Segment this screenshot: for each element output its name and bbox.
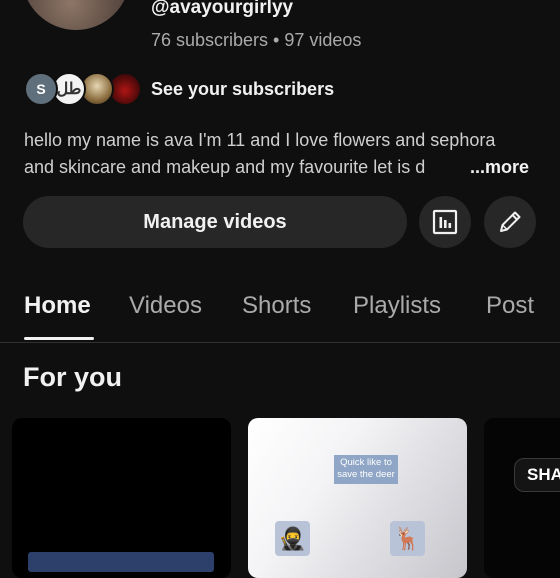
- description-text: and skincare and makeup and my favourite…: [24, 157, 426, 177]
- tab-shorts[interactable]: Shorts: [242, 292, 311, 320]
- section-title: For you: [23, 362, 122, 392]
- video-card[interactable]: [12, 418, 231, 578]
- active-tab-indicator: [24, 337, 94, 340]
- video-card[interactable]: SHA: [484, 418, 560, 578]
- tab-videos[interactable]: Videos: [129, 292, 202, 320]
- edit-channel-button[interactable]: [484, 196, 536, 248]
- analytics-icon: [432, 209, 458, 235]
- avatar: S: [24, 72, 58, 106]
- channel-handle: @avayourgirlyy: [151, 0, 294, 18]
- description-line: hello my name is ava I'm 11 and I love f…: [24, 130, 496, 150]
- manage-videos-button[interactable]: Manage videos: [23, 196, 407, 248]
- ninja-icon: 🥷: [275, 521, 310, 556]
- thumbnail-caption: SHA: [514, 458, 560, 492]
- pencil-icon: [500, 211, 521, 232]
- channel-stats: 76 subscribers • 97 videos: [151, 30, 362, 50]
- channel-avatar[interactable]: [22, 0, 130, 30]
- deer-icon: 🦌: [390, 521, 425, 556]
- more-link[interactable]: ...more: [468, 154, 530, 181]
- thumbnail-overlay-bar: [28, 552, 214, 572]
- thumbnail-caption: Quick like to save the deer: [334, 455, 398, 484]
- channel-description[interactable]: hello my name is ava I'm 11 and I love f…: [24, 127, 539, 181]
- tab-home[interactable]: Home: [24, 292, 91, 320]
- subscriber-avatars[interactable]: S طل: [24, 70, 142, 108]
- video-card[interactable]: Quick like to save the deer 🥷 🦌: [248, 418, 467, 578]
- description-line-2: and skincare and makeup and my favourite…: [24, 154, 539, 181]
- analytics-button[interactable]: [419, 196, 471, 248]
- channel-tabs: Home Videos Shorts Playlists Post: [0, 290, 560, 343]
- tab-post[interactable]: Post: [486, 292, 534, 320]
- see-subscribers-link[interactable]: See your subscribers: [151, 79, 334, 100]
- tab-playlists[interactable]: Playlists: [353, 292, 441, 320]
